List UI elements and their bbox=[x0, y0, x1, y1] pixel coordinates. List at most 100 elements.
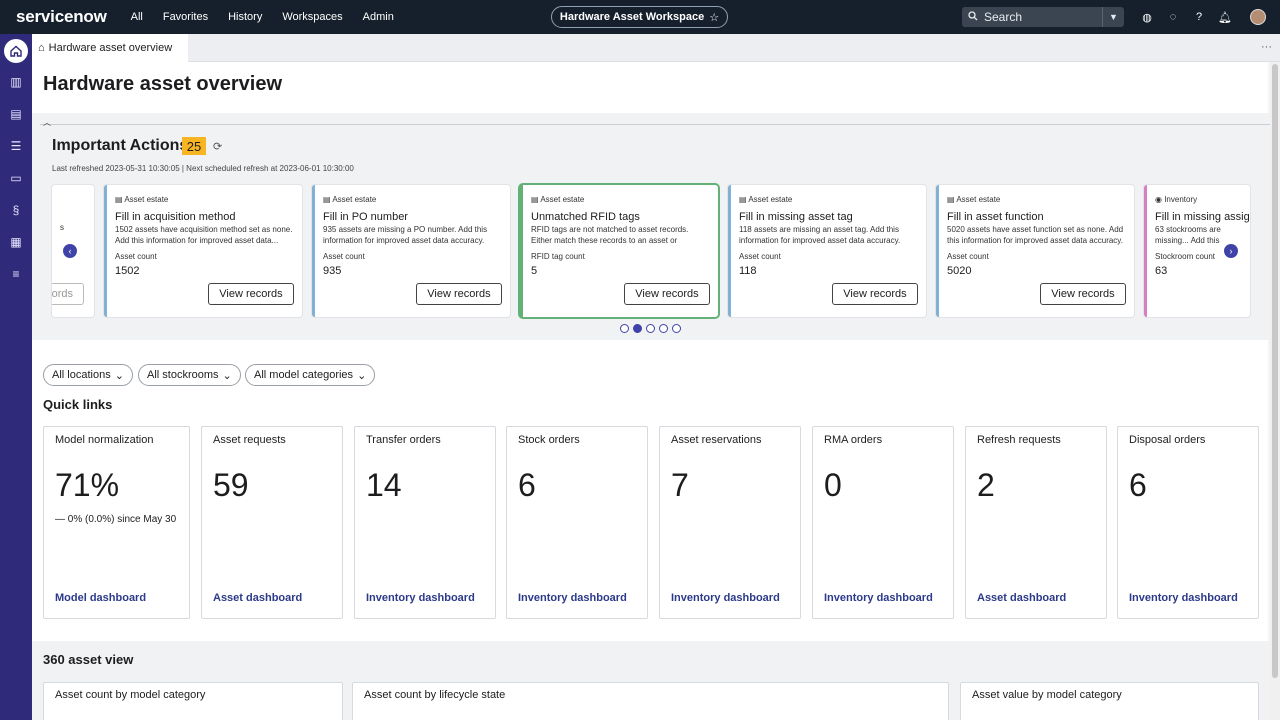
collapse-chevron-icon[interactable]: ︿ bbox=[43, 117, 51, 128]
view-records-button[interactable]: View records bbox=[624, 283, 710, 305]
tile-label: Asset requests bbox=[213, 434, 286, 446]
action-card: ▤ Asset estate Fill in acquisition metho… bbox=[104, 185, 302, 317]
chevron-down-icon: ⌄ bbox=[114, 369, 124, 382]
view-records-button[interactable]: View records bbox=[1040, 283, 1126, 305]
nav-history[interactable]: History bbox=[228, 11, 262, 23]
important-actions-title: Important Actions bbox=[52, 137, 189, 154]
asset-view-heading: 360 asset view bbox=[43, 652, 134, 667]
quick-link-tile: Transfer orders 14 Inventory dashboard bbox=[354, 426, 496, 619]
nav-all[interactable]: All bbox=[131, 11, 143, 23]
page-title: Hardware asset overview bbox=[43, 73, 283, 95]
card-title: Fill in missing assign bbox=[1155, 211, 1250, 223]
scrollbar-thumb[interactable] bbox=[1272, 64, 1278, 678]
card-metric-value: 1502 bbox=[115, 265, 140, 277]
list-icon[interactable]: ≡ bbox=[6, 264, 26, 284]
tile-label: Refresh requests bbox=[977, 434, 1061, 446]
tile-link[interactable]: Asset dashboard bbox=[977, 592, 1066, 604]
nav-workspaces[interactable]: Workspaces bbox=[282, 11, 342, 23]
asset-view-card: Asset count by lifecycle state bbox=[352, 682, 949, 720]
chevron-down-icon: ⌄ bbox=[222, 369, 232, 382]
carousel-dot[interactable] bbox=[672, 324, 681, 333]
card-category: ▤ Asset estate bbox=[531, 195, 585, 204]
carousel-next-icon[interactable]: › bbox=[1224, 244, 1238, 258]
left-rail: ▥ ▤ ☰ ▭ § ▦ ≡ bbox=[0, 34, 32, 720]
carousel-prev-icon[interactable]: ‹ bbox=[63, 244, 77, 258]
quick-links-heading: Quick links bbox=[43, 397, 113, 412]
card-title: Fill in acquisition method bbox=[115, 211, 236, 223]
bell-icon[interactable]: 🔔︎ bbox=[1212, 11, 1238, 24]
sliders-icon[interactable]: ☰ bbox=[6, 136, 26, 156]
card-title: Fill in PO number bbox=[323, 211, 408, 223]
card-metric-value: 935 bbox=[323, 265, 342, 277]
quick-link-tile: Disposal orders 6 Inventory dashboard bbox=[1117, 426, 1259, 619]
tile-link[interactable]: Asset dashboard bbox=[213, 592, 302, 604]
star-icon[interactable]: ☆ bbox=[709, 11, 719, 24]
location-filter[interactable]: All locations ⌄ bbox=[43, 364, 133, 386]
stockroom-filter[interactable]: All stockrooms ⌄ bbox=[138, 364, 241, 386]
scrollbar[interactable] bbox=[1270, 62, 1280, 720]
tile-value: 7 bbox=[671, 467, 689, 503]
tab-label: Hardware asset overview bbox=[48, 42, 173, 54]
card-description: 1502 assets have acquisition method set … bbox=[115, 225, 293, 245]
nav-admin[interactable]: Admin bbox=[363, 11, 394, 23]
chat-icon[interactable]: ◌ bbox=[1160, 11, 1186, 23]
building-icon[interactable]: ▥ bbox=[6, 72, 26, 92]
more-options-icon[interactable]: ··· bbox=[1261, 41, 1272, 53]
view-records-button[interactable]: View records bbox=[416, 283, 502, 305]
workspace-pill[interactable]: Hardware Asset Workspace ☆ bbox=[551, 6, 728, 28]
chevron-down-icon: ⌄ bbox=[357, 369, 367, 382]
tile-link[interactable]: Inventory dashboard bbox=[366, 592, 475, 604]
drive-icon[interactable]: ▭ bbox=[6, 168, 26, 188]
tile-link[interactable]: Inventory dashboard bbox=[1129, 592, 1238, 604]
invoice-icon[interactable]: § bbox=[6, 200, 26, 220]
filter-label: All model categories bbox=[254, 369, 354, 381]
filter-label: All locations bbox=[52, 369, 111, 381]
workspace-title: Hardware Asset Workspace bbox=[559, 11, 705, 23]
card-metric-label: RFID tag count bbox=[531, 252, 585, 261]
home-icon[interactable] bbox=[4, 39, 28, 63]
quick-link-tile: RMA orders 0 Inventory dashboard bbox=[812, 426, 954, 619]
card-metric-value: 5 bbox=[531, 265, 538, 277]
globe-icon[interactable]: ◍ bbox=[1134, 11, 1160, 24]
card-metric-label: Stockroom count bbox=[1155, 252, 1216, 261]
card-title: Unmatched RFID tags bbox=[531, 211, 640, 223]
card-description: 118 assets are missing an asset tag. Add… bbox=[739, 225, 901, 245]
tile-link[interactable]: Inventory dashboard bbox=[824, 592, 933, 604]
tile-label: Stock orders bbox=[518, 434, 580, 446]
card-category: ▤ Asset estate bbox=[739, 195, 793, 204]
carousel-dot-active[interactable] bbox=[633, 324, 642, 333]
tile-label: RMA orders bbox=[824, 434, 883, 446]
model-category-filter[interactable]: All model categories ⌄ bbox=[245, 364, 376, 386]
servicenow-logo[interactable]: servicenow bbox=[16, 7, 107, 27]
global-search[interactable]: Search ▼ bbox=[962, 7, 1124, 27]
nav-favorites[interactable]: Favorites bbox=[163, 11, 208, 23]
help-icon[interactable]: ? bbox=[1186, 11, 1212, 23]
tile-value: 71% bbox=[55, 467, 120, 503]
clipboard-icon[interactable]: ▤ bbox=[6, 104, 26, 124]
quick-link-tile: Asset reservations 7 Inventory dashboard bbox=[659, 426, 801, 619]
action-card-selected: ▤ Asset estate Unmatched RFID tags RFID … bbox=[520, 185, 718, 317]
chevron-down-icon[interactable]: ▼ bbox=[1102, 7, 1124, 27]
quick-link-tile: Asset requests 59 Asset dashboard bbox=[201, 426, 343, 619]
header-icons: ◍ ◌ ? 🔔︎ bbox=[1134, 0, 1238, 34]
card-metric-label: Asset count bbox=[115, 252, 157, 261]
tile-link[interactable]: Inventory dashboard bbox=[518, 592, 627, 604]
view-records-button-partial[interactable]: ords bbox=[52, 283, 84, 305]
view-records-button[interactable]: View records bbox=[832, 283, 918, 305]
tile-value: 6 bbox=[518, 467, 536, 503]
carousel-dot[interactable] bbox=[659, 324, 668, 333]
avatar[interactable] bbox=[1250, 9, 1266, 25]
card-metric-value: 118 bbox=[739, 265, 757, 277]
card-title: Asset value by model category bbox=[972, 689, 1122, 701]
refresh-icon[interactable]: ⟳ bbox=[213, 140, 222, 153]
tile-link[interactable]: Inventory dashboard bbox=[671, 592, 780, 604]
tile-label: Model normalization bbox=[55, 434, 154, 446]
action-card: ▤ Asset estate Fill in asset function 50… bbox=[936, 185, 1134, 317]
tile-link[interactable]: Model dashboard bbox=[55, 592, 146, 604]
view-records-button[interactable]: View records bbox=[208, 283, 294, 305]
tab-hardware-asset-overview[interactable]: ⌂ Hardware asset overview bbox=[32, 34, 188, 62]
book-icon[interactable]: ▦ bbox=[6, 232, 26, 252]
tile-value: 2 bbox=[977, 467, 995, 503]
carousel-dot[interactable] bbox=[646, 324, 655, 333]
carousel-dot[interactable] bbox=[620, 324, 629, 333]
